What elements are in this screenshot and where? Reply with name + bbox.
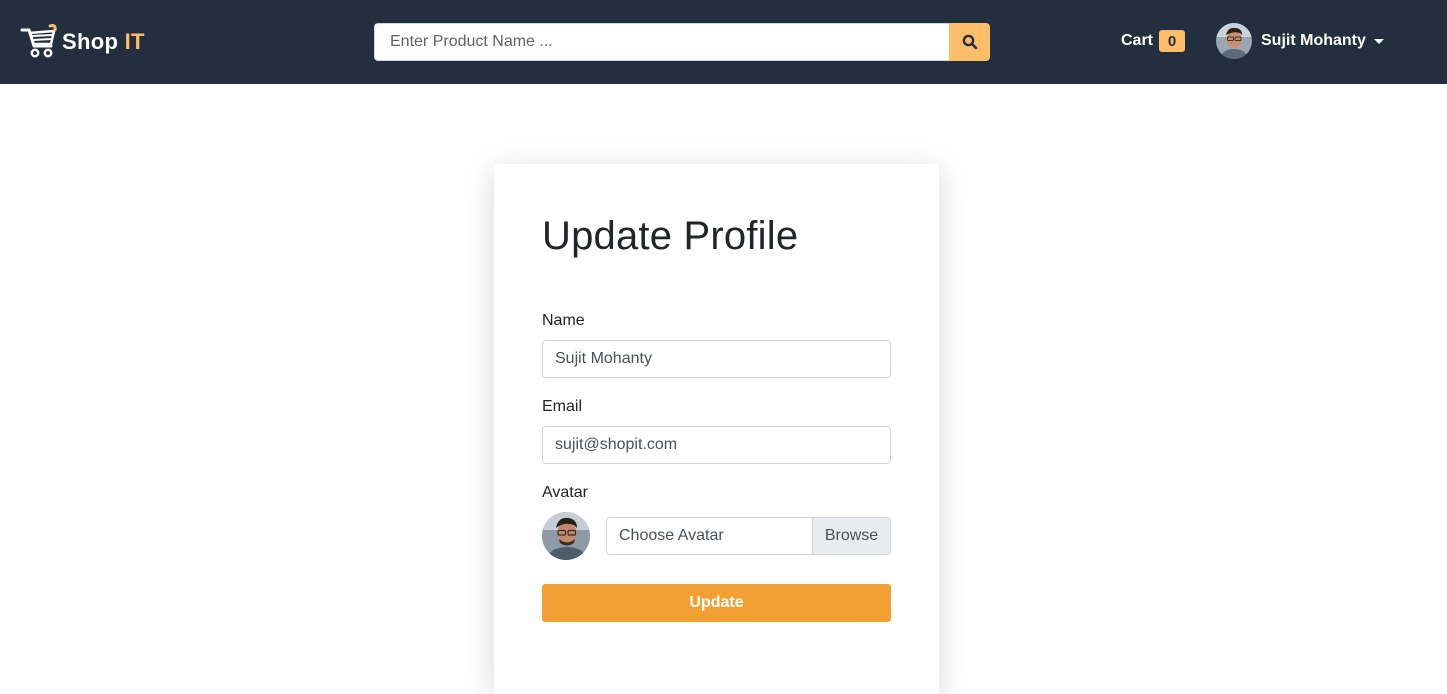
search-button[interactable] xyxy=(949,23,990,61)
email-field[interactable] xyxy=(542,426,891,464)
update-profile-card: Update Profile Name Email Avatar Choose … xyxy=(494,164,939,694)
search-bar xyxy=(374,23,990,61)
caret-down-icon xyxy=(1373,38,1384,44)
user-avatar xyxy=(1216,23,1252,59)
avatar-row: Choose Avatar Browse xyxy=(542,512,891,560)
browse-button[interactable]: Browse xyxy=(812,518,890,554)
shopping-cart-icon xyxy=(20,24,57,58)
name-label: Name xyxy=(542,312,585,329)
email-label: Email xyxy=(542,398,583,415)
avatar-label: Avatar xyxy=(542,484,588,501)
avatar-file-input[interactable]: Choose Avatar Browse xyxy=(606,517,891,555)
navbar: Shop IT Cart 0 Sujit Mohanty xyxy=(0,0,1447,84)
cart-count-badge: 0 xyxy=(1159,30,1186,52)
brand-name: Shop IT xyxy=(62,29,145,54)
search-icon xyxy=(962,34,977,50)
search-input[interactable] xyxy=(374,23,949,61)
cart-link[interactable]: Cart 0 xyxy=(1121,29,1186,53)
cart-label: Cart xyxy=(1121,32,1154,49)
avatar-preview xyxy=(542,512,590,560)
user-name: Sujit Mohanty xyxy=(1261,32,1366,49)
avatar-file-label: Choose Avatar xyxy=(619,527,724,544)
user-menu[interactable]: Sujit Mohanty xyxy=(1216,23,1384,59)
page-title: Update Profile xyxy=(542,214,799,258)
brand-logo[interactable]: Shop IT xyxy=(20,24,145,60)
update-button[interactable]: Update xyxy=(542,584,891,622)
name-field[interactable] xyxy=(542,340,891,378)
